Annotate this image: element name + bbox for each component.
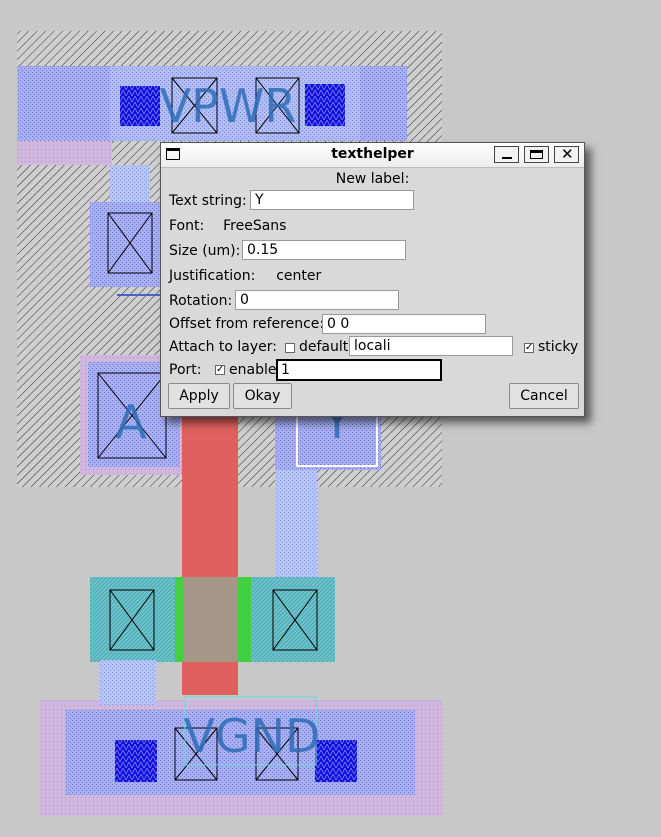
justification-row: Justification: center [169,268,321,284]
default-checkbox[interactable] [285,343,295,353]
enable-checkbox[interactable]: ✓ [215,365,225,375]
attach-label: Attach to layer: [169,339,278,355]
close-button[interactable]: ✕ [554,146,579,163]
dialog-titlebar[interactable]: texthelper ✕ [161,143,584,168]
port-label: Port: [169,362,202,378]
sticky-checkbox[interactable]: ✓ [524,343,534,353]
pwell-top-strip [17,140,112,165]
output-y-strap [275,470,317,578]
sticky-label: sticky [538,339,579,355]
default-label: default [299,339,349,355]
close-icon: ✕ [561,145,574,163]
texthelper-dialog[interactable]: texthelper ✕ New label: Text string: Fon… [160,142,585,417]
li-strap-bottom [100,660,156,705]
size-label: Size (um): [169,243,241,259]
font-row: Font: FreeSans [169,218,286,234]
vpwr-contact-left [120,86,160,126]
minimize-icon [502,157,512,159]
li-strap-left [110,165,150,205]
okay-button[interactable]: Okay [233,383,292,409]
a-label: A [115,395,147,449]
rotation-label: Rotation: [169,293,233,309]
offset-label: Offset from reference: [169,316,325,332]
dialog-heading: New label: [335,171,410,187]
size-input[interactable] [242,240,406,260]
dialog-title: texthelper [331,146,414,162]
text-string-input[interactable] [250,190,414,210]
port-input[interactable] [276,359,442,381]
enable-label: enable [229,362,277,378]
vpwr-contact-right [305,84,345,126]
offset-input[interactable] [322,314,486,334]
font-label: Font: [169,218,205,234]
layout-canvas[interactable]: VPWR A Y VGND [0,0,661,837]
cancel-button[interactable]: Cancel [509,383,579,409]
font-value: FreeSans [223,218,287,234]
li-pad-upper [90,202,170,287]
vpwr-label: VPWR [160,79,297,133]
maximize-button[interactable] [524,146,549,163]
vgnd-contact-left [115,740,157,782]
gate-overlap [183,577,238,662]
apply-button[interactable]: Apply [168,383,230,409]
ndiff-left [175,577,183,662]
maximize-icon [530,150,543,159]
vgnd-contact-right [315,740,357,782]
text-string-label: Text string: [169,193,247,209]
justification-value: center [276,268,322,284]
rotation-input[interactable] [235,290,399,310]
ndiff-right [238,577,251,662]
vgnd-label: VGND [184,709,321,763]
justification-label: Justification: [169,268,256,284]
layer-input[interactable] [349,336,513,356]
minimize-button[interactable] [494,146,519,163]
